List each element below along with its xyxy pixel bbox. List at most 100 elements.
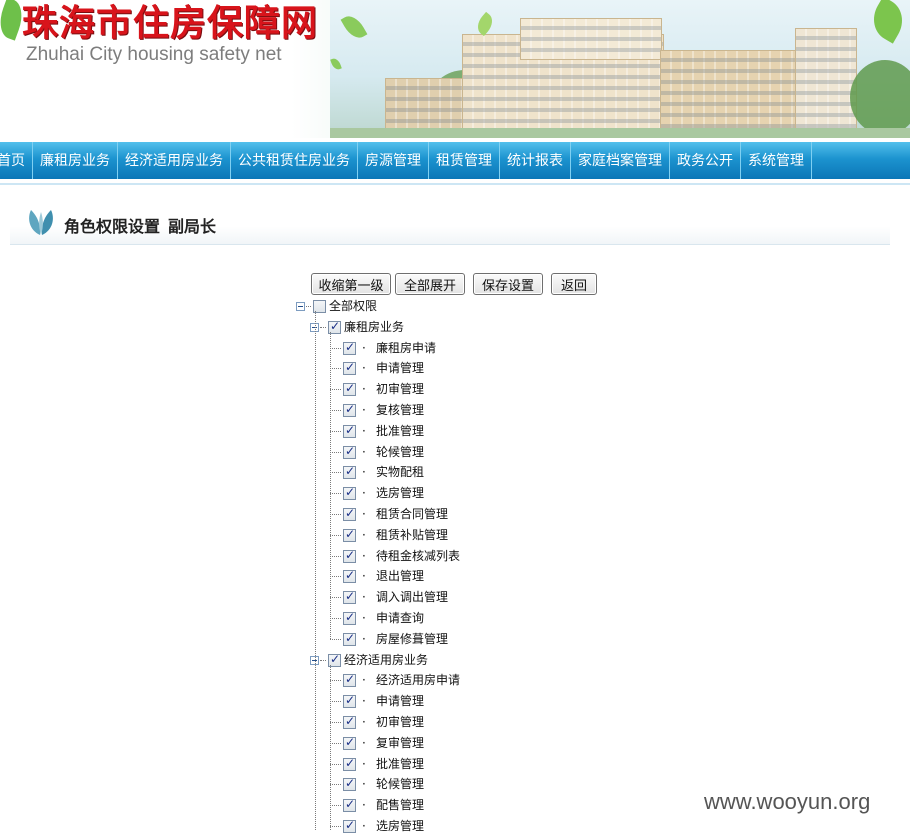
tree-connector [330,701,341,703]
group-label[interactable]: 廉租房业务 [344,320,404,334]
permission-label[interactable]: 复审管理 [376,736,424,750]
tree-connector [330,597,341,599]
permission-label[interactable]: 轮候管理 [376,777,424,791]
root-collapse-icon[interactable] [296,302,305,311]
permission-checkbox[interactable] [343,340,356,355]
permission-label[interactable]: 选房管理 [376,486,424,500]
bullet-marker: · [362,611,366,625]
back-button[interactable]: 返回 [551,273,597,295]
main-nav: 首页 廉租房业务 经济适用房业务 公共租赁住房业务 房源管理 租赁管理 统计报表… [0,142,910,179]
nav-item-public-rental-housing[interactable]: 公共租赁住房业务 [231,142,358,179]
permission-checkbox[interactable] [343,568,356,584]
bullet-marker: · [362,735,366,750]
bullet-marker: · [362,507,366,521]
permission-checkbox[interactable] [343,589,356,605]
tree-connector [330,742,341,744]
permission-checkbox[interactable] [343,485,356,501]
permission-checkbox[interactable] [343,776,356,792]
permission-label[interactable]: 选房管理 [376,819,424,833]
nav-item-housing-source[interactable]: 房源管理 [358,142,429,179]
permission-checkbox[interactable] [343,714,356,729]
permission-label[interactable]: 轮候管理 [376,445,424,459]
nav-item-family-archives[interactable]: 家庭档案管理 [571,142,670,179]
site-logo-english: Zhuhai City housing safety net [26,44,282,65]
permission-checkbox[interactable] [343,818,356,833]
tree-connector [330,534,341,536]
tree-connector [330,805,341,807]
tree-connector [330,576,341,578]
permission-checkbox[interactable] [343,797,356,813]
permission-checkbox[interactable] [343,402,356,417]
permission-label[interactable]: 实物配租 [376,465,424,479]
tree-connector [330,680,341,682]
bullet-marker: · [362,777,366,792]
tree-connector [330,763,341,765]
tree-connector [330,347,341,349]
nav-item-home[interactable]: 首页 [0,142,33,179]
permission-checkbox[interactable] [343,506,356,521]
bullet-marker: · [362,694,366,709]
nav-item-affordable-housing[interactable]: 经济适用房业务 [118,142,231,179]
group-label[interactable]: 经济适用房业务 [344,653,428,667]
permission-label[interactable]: 初审管理 [376,715,424,729]
permission-label[interactable]: 房屋修葺管理 [376,632,448,646]
tree-connector [330,331,331,639]
permission-label[interactable]: 退出管理 [376,569,424,583]
permission-checkbox[interactable] [343,423,356,438]
permission-checkbox[interactable] [343,610,356,625]
permission-label[interactable]: 申请查询 [376,611,424,625]
bullet-marker: · [362,527,366,542]
permission-checkbox[interactable] [343,548,356,563]
permission-label[interactable]: 经济适用房申请 [376,673,460,687]
permission-checkbox[interactable] [343,756,356,771]
site-logo-chinese: 珠海市住房保障网 [22,2,319,44]
permission-checkbox[interactable] [343,693,356,709]
permission-label[interactable]: 配售管理 [376,798,424,812]
tree-connector [330,410,341,411]
tree-connector [330,493,341,495]
permission-checkbox[interactable] [343,360,356,376]
permission-label[interactable]: 待租金核减列表 [376,549,460,563]
nav-item-low-rent-housing[interactable]: 廉租房业务 [33,142,118,179]
permission-checkbox[interactable] [343,735,356,750]
root-label[interactable]: 全部权限 [329,299,377,313]
nav-item-lease-management[interactable]: 租赁管理 [429,142,500,179]
tree-connector [330,451,341,453]
nav-item-government-affairs[interactable]: 政务公开 [670,142,741,179]
permission-checkbox[interactable] [343,672,356,688]
bullet-marker: · [362,798,366,813]
permission-label[interactable]: 申请管理 [376,361,424,375]
permission-label[interactable]: 租赁合同管理 [376,507,448,521]
page-title-text: 角色权限设置 [64,217,161,236]
permission-label[interactable]: 批准管理 [376,424,424,438]
save-settings-button[interactable]: 保存设置 [473,273,543,295]
permission-label[interactable]: 复核管理 [376,403,424,417]
permission-checkbox[interactable] [343,381,356,397]
tree-connector [320,326,326,328]
page-title: 角色权限设置 副局长 [64,213,216,237]
bullet-marker: · [362,819,366,833]
permission-checkbox[interactable] [343,631,356,646]
bullet-marker: · [362,423,366,438]
tree-connector [330,664,331,830]
bullet-marker: · [362,590,366,605]
permission-label[interactable]: 批准管理 [376,757,424,771]
permission-checkbox[interactable] [343,444,356,459]
expand-all-button[interactable]: 全部展开 [395,273,465,295]
tree-connector [330,472,341,474]
permission-label[interactable]: 申请管理 [376,694,424,708]
permission-label[interactable]: 初审管理 [376,382,424,396]
collapse-first-level-button[interactable]: 收缩第一级 [311,273,391,295]
permission-checkbox[interactable] [343,464,356,480]
banner-ground [330,128,910,138]
bullet-marker: · [362,569,366,584]
permission-checkbox[interactable] [343,527,356,542]
permission-label[interactable]: 廉租房申请 [376,341,436,355]
bullet-marker: · [362,465,366,480]
banner-building [520,18,662,60]
tree-connector [306,306,311,307]
permission-label[interactable]: 租赁补贴管理 [376,528,448,542]
nav-item-statistics[interactable]: 统计报表 [500,142,571,179]
nav-item-system-management[interactable]: 系统管理 [741,142,812,179]
permission-label[interactable]: 调入调出管理 [376,590,448,604]
